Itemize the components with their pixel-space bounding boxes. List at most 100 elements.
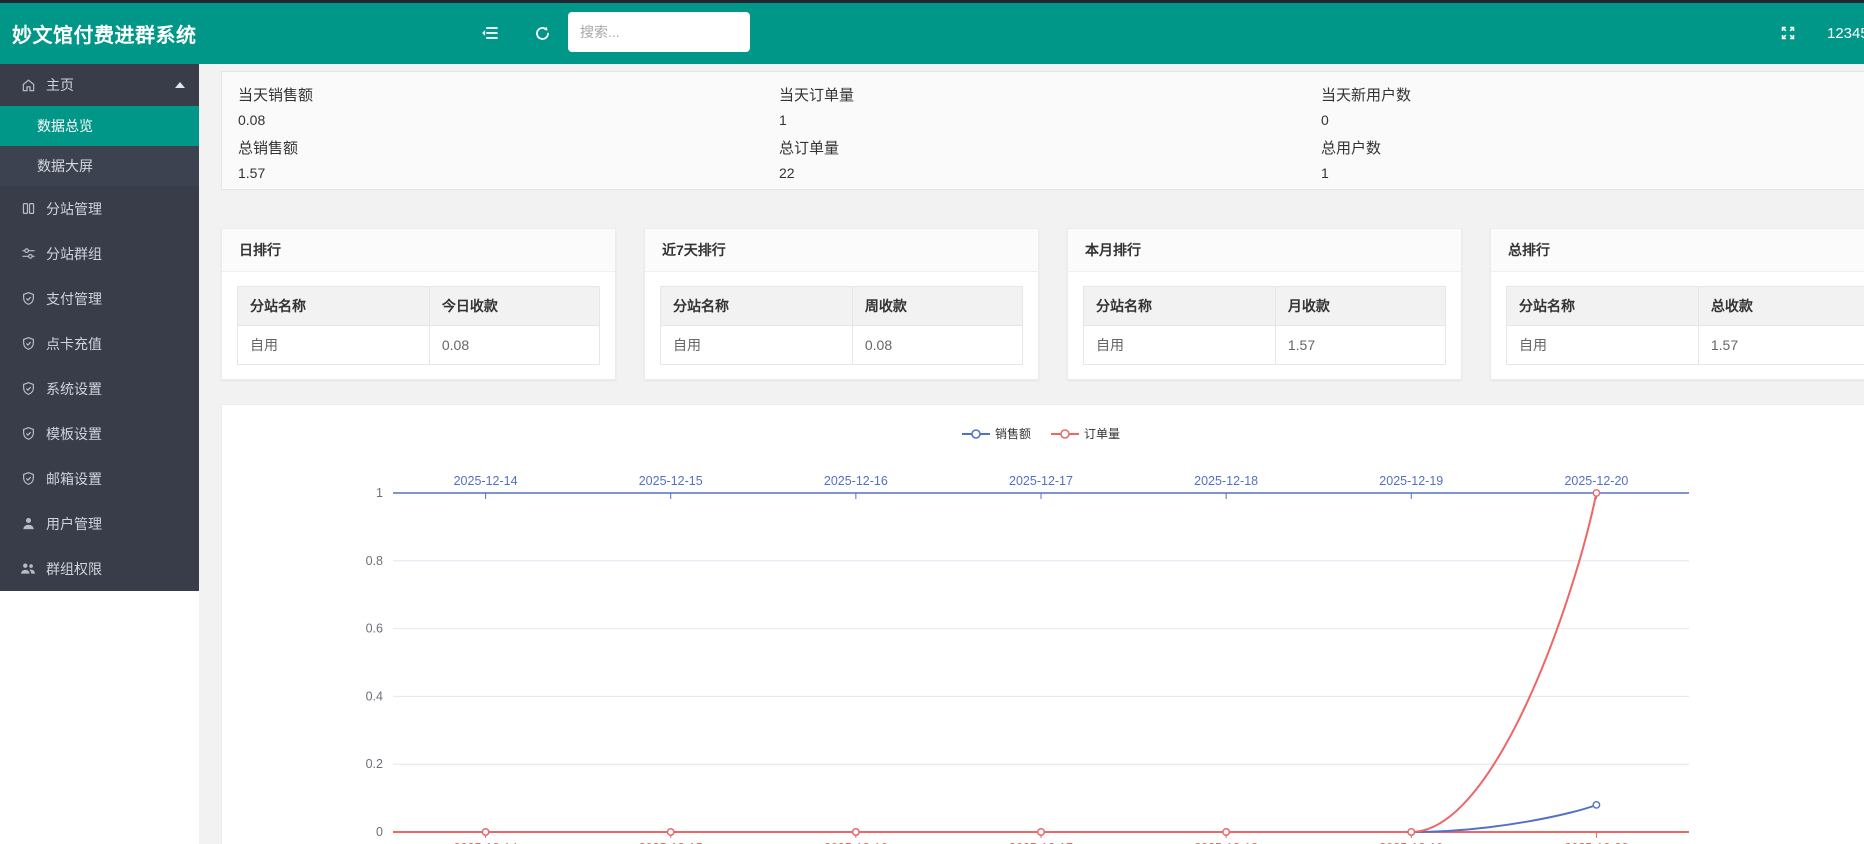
stat-value: 1 <box>779 112 1321 128</box>
svg-text:2025-12-14: 2025-12-14 <box>454 474 518 488</box>
sidebar-item-site-manage[interactable]: 分站管理 <box>0 186 199 231</box>
menu-fold-icon[interactable] <box>474 17 506 49</box>
svg-text:0.4: 0.4 <box>366 689 383 703</box>
window-top-edge <box>0 0 1864 3</box>
sidebar-item-label: 主页 <box>46 75 74 95</box>
stat-value: 0 <box>1321 112 1864 128</box>
stat-label: 当天销售额 <box>238 84 779 105</box>
rank-col-header: 今日收款 <box>429 287 599 326</box>
rank-header-row: 分站名称周收款 <box>661 287 1023 326</box>
refresh-icon[interactable] <box>526 17 558 49</box>
home-icon <box>20 77 36 93</box>
sales-orders-chart-card: 销售额 订单量 0 0.2 0.4 0.6 0.8 1 2025-12-14 2025-12-1… <box>221 404 1864 844</box>
sidebar-item-data-screen[interactable]: 数据大屏 <box>0 146 199 186</box>
caret-up-icon <box>175 82 185 88</box>
rank-header-row: 分站名称月收款 <box>1084 287 1446 326</box>
stat-value: 0.08 <box>238 112 779 128</box>
card-recharge-icon <box>20 336 36 352</box>
chart-plot: 0 0.2 0.4 0.6 0.8 1 2025-12-14 2025-12-15 2025-1… <box>222 405 1864 844</box>
svg-text:0.6: 0.6 <box>366 622 383 636</box>
sidebar-item-label: 用户管理 <box>46 514 102 534</box>
sidebar-item-mail-settings[interactable]: 邮箱设置 <box>0 456 199 501</box>
rank-card-title: 总排行 <box>1491 229 1864 272</box>
legend-marker <box>962 429 990 439</box>
svg-text:2025-12-16: 2025-12-16 <box>824 474 888 488</box>
stat-label: 当天订单量 <box>779 84 1321 105</box>
rank-card-week: 近7天排行分站名称周收款自用0.08 <box>644 228 1039 380</box>
search-input[interactable] <box>568 12 750 52</box>
rank-card-daily: 日排行分站名称今日收款自用0.08 <box>221 228 616 380</box>
rank-data-row: 自用1.57 <box>1507 326 1864 365</box>
sidebar-menu: 主页数据总览数据大屏分站管理分站群组支付管理点卡充值系统设置模板设置邮箱设置用户… <box>0 64 199 591</box>
rank-card-body: 分站名称今日收款自用0.08 <box>222 272 615 365</box>
stat-today-orders: 当天订单量 1 <box>779 84 1321 135</box>
rank-cell: 自用 <box>1084 326 1276 365</box>
sidebar-item-label: 系统设置 <box>46 379 102 399</box>
svg-text:1: 1 <box>376 486 383 500</box>
svg-text:2025-12-19: 2025-12-19 <box>1379 474 1443 488</box>
legend-item-orders[interactable]: 订单量 <box>1051 425 1120 442</box>
sidebar-item-system-settings[interactable]: 系统设置 <box>0 366 199 411</box>
system-settings-icon <box>20 381 36 397</box>
sidebar-item-payment-manage[interactable]: 支付管理 <box>0 276 199 321</box>
site-group-icon <box>20 246 36 262</box>
rank-data-row: 自用0.08 <box>238 326 600 365</box>
search-box <box>568 12 750 52</box>
rank-card-title: 近7天排行 <box>645 229 1038 272</box>
legend-label: 销售额 <box>995 425 1031 442</box>
sidebar-item-label: 分站管理 <box>46 199 102 219</box>
svg-text:0: 0 <box>376 825 383 839</box>
rank-card-body: 分站名称总收款自用1.57 <box>1491 272 1864 365</box>
rank-data-row: 自用0.08 <box>661 326 1023 365</box>
sidebar-item-label: 分站群组 <box>46 244 102 264</box>
sidebar-item-user-manage[interactable]: 用户管理 <box>0 501 199 546</box>
rank-col-header: 周收款 <box>852 287 1022 326</box>
rank-cell: 自用 <box>661 326 853 365</box>
rank-header-row: 分站名称总收款 <box>1507 287 1864 326</box>
payment-manage-icon <box>20 291 36 307</box>
sidebar-item-data-overview[interactable]: 数据总览 <box>0 106 199 146</box>
sidebar-item-template-settings[interactable]: 模板设置 <box>0 411 199 456</box>
rank-card-body: 分站名称周收款自用0.08 <box>645 272 1038 365</box>
app-title: 妙文馆付费进群系统 <box>12 3 197 64</box>
rank-card-month: 本月排行分站名称月收款自用1.57 <box>1067 228 1462 380</box>
stat-value: 1 <box>1321 165 1864 181</box>
stat-value: 1.57 <box>238 165 779 181</box>
stat-label: 总用户数 <box>1321 137 1864 158</box>
rank-cell: 自用 <box>238 326 430 365</box>
svg-text:2025-12-15: 2025-12-15 <box>639 474 703 488</box>
username[interactable]: 12345 <box>1827 3 1864 64</box>
sidebar-item-card-recharge[interactable]: 点卡充值 <box>0 321 199 366</box>
stat-today-sales: 当天销售额 0.08 <box>238 84 779 135</box>
rank-card-total: 总排行分站名称总收款自用1.57 <box>1490 228 1864 380</box>
fullscreen-icon[interactable] <box>1772 17 1804 49</box>
stat-today-new-users: 当天新用户数0 <box>1321 84 1864 135</box>
svg-text:0.2: 0.2 <box>366 757 383 771</box>
mail-settings-icon <box>20 471 36 487</box>
sidebar: 主页数据总览数据大屏分站管理分站群组支付管理点卡充值系统设置模板设置邮箱设置用户… <box>0 64 199 844</box>
header-bar: 妙文馆付费进群系统 12345 <box>0 3 1864 64</box>
sidebar-item-label: 模板设置 <box>46 424 102 444</box>
sidebar-item-group-permission[interactable]: 群组权限 <box>0 546 199 591</box>
site-manage-icon <box>20 201 36 217</box>
stat-label: 总销售额 <box>238 137 779 158</box>
rank-col-header: 总收款 <box>1698 287 1864 326</box>
rank-cell: 0.08 <box>852 326 1022 365</box>
rank-cell: 1.57 <box>1275 326 1445 365</box>
legend-item-sales[interactable]: 销售额 <box>962 425 1031 442</box>
sidebar-item-site-group[interactable]: 分站群组 <box>0 231 199 276</box>
sidebar-item-label: 数据总览 <box>37 116 93 136</box>
sidebar-item-label: 支付管理 <box>46 289 102 309</box>
stat-label: 总订单量 <box>779 137 1321 158</box>
rank-card-title: 日排行 <box>222 229 615 272</box>
sidebar-item-home[interactable]: 主页 <box>0 64 199 106</box>
rank-col-header: 分站名称 <box>1507 287 1699 326</box>
svg-text:0.8: 0.8 <box>366 554 383 568</box>
sidebar-item-label: 数据大屏 <box>37 156 93 176</box>
stat-value: 22 <box>779 165 1321 181</box>
rank-card-title: 本月排行 <box>1068 229 1461 272</box>
group-permission-icon <box>20 561 36 577</box>
template-settings-icon <box>20 426 36 442</box>
rank-col-header: 分站名称 <box>238 287 430 326</box>
rank-cell: 0.08 <box>429 326 599 365</box>
